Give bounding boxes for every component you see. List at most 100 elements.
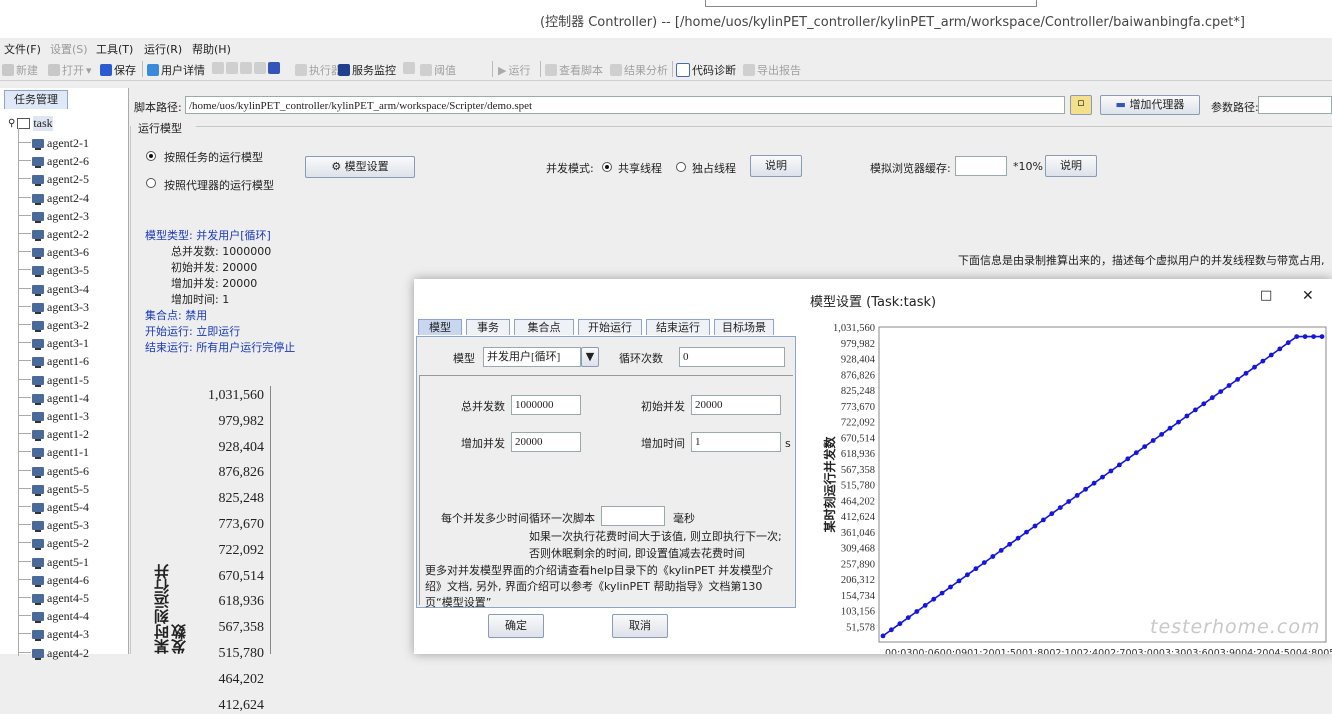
tree-item-agent[interactable]: agent1-4 [32,391,89,406]
tree-item-agent[interactable]: agent4-2 [32,646,89,661]
interval-input[interactable] [601,506,665,526]
tree-item-agent[interactable]: agent3-6 [32,245,89,260]
tree-connector [19,178,31,180]
chart-ytick: 51,578 [846,622,875,633]
tree-item-agent[interactable]: agent5-6 [32,464,89,479]
toolbar-separator [492,61,493,77]
tab-end-run[interactable]: 结束运行 [646,319,710,335]
menu-settings[interactable]: 设置(S) [50,41,88,57]
browse-folder-button[interactable]: ▫ [1070,95,1092,115]
loop-count-input[interactable]: 0 [679,347,785,367]
user-detail-button[interactable]: 用户详情 [147,62,205,78]
tree-item-label: agent3-4 [47,281,89,296]
open-button[interactable]: 打开 ▾ [48,62,92,78]
radio-exclusive-thread[interactable] [676,162,686,172]
maximize-icon[interactable]: □ [1260,288,1272,303]
tree-item-agent[interactable]: agent3-2 [32,318,89,333]
model-settings-button[interactable]: ⚙ 模型设置 [305,156,415,178]
tree-item-agent[interactable]: agent1-6 [32,354,89,369]
tree-item-agent[interactable]: agent5-5 [32,482,89,497]
bg-chart-ytick: 722,092 [218,542,265,558]
tree-item-label: agent1-1 [47,445,89,460]
toolbar-separator [142,61,143,77]
tree-item-agent[interactable]: agent3-1 [32,336,89,351]
radio-by-agent[interactable] [146,178,156,188]
save-button[interactable]: 保存 [100,62,136,78]
tree-item-agent[interactable]: agent1-2 [32,427,89,442]
computer-icon [32,575,44,587]
menu-run[interactable]: 运行(R) [144,41,182,57]
toolbar-icon-group[interactable] [212,62,280,74]
tree-item-agent[interactable]: agent2-4 [32,191,89,206]
code-diag-button[interactable]: 代码诊断 [676,62,736,78]
total-input[interactable]: 1000000 [511,395,581,415]
tree-item-agent[interactable]: agent3-4 [32,282,89,297]
tree-item-agent[interactable]: agent2-5 [32,172,89,187]
menu-file[interactable]: 文件(F) [4,41,41,57]
tree-item-agent[interactable]: agent5-3 [32,518,89,533]
model-select[interactable]: 并发用户[循环] [483,347,581,367]
toolbar-chart-button[interactable] [403,62,415,74]
computer-icon [32,375,44,387]
explain-button-2[interactable]: 说明 [1045,155,1097,177]
tab-rendezvous[interactable]: 集合点 [514,319,574,335]
model-dropdown-button[interactable]: ▼ [581,347,599,367]
menu-tools[interactable]: 工具(T) [96,41,133,57]
increase-input[interactable]: 20000 [511,432,581,452]
param-path-input[interactable] [1258,96,1332,114]
script-path-input[interactable]: /home/uos/kylinPET_controller/kylinPET_a… [185,96,1065,114]
ok-button[interactable]: 确定 [488,614,544,638]
tab-start-run[interactable]: 开始运行 [578,319,642,335]
tree-item-agent[interactable]: agent2-6 [32,154,89,169]
cancel-button[interactable]: 取消 [612,614,668,638]
chart-data-point [1294,334,1300,339]
chart-data-point [1032,523,1038,529]
tree-item-agent[interactable]: agent1-5 [32,373,89,388]
menu-help[interactable]: 帮助(H) [192,41,231,57]
tree-item-agent[interactable]: agent1-1 [32,445,89,460]
chart-data-point [1311,334,1316,339]
export-report-button[interactable]: 导出报告 [743,62,801,78]
tree-item-agent[interactable]: agent4-3 [32,627,89,642]
service-monitor-button[interactable]: 服务监控 [338,62,396,78]
chart-data-point [1142,444,1148,449]
browser-cache-input[interactable] [955,156,1007,176]
new-button[interactable]: 新建 [2,62,38,78]
tree-item-label: agent3-3 [47,299,89,314]
tab-target-scene[interactable]: 目标场景 [714,319,774,335]
run-button[interactable]: ▶ 运行 [498,62,530,78]
tree-item-agent[interactable]: agent2-2 [32,227,89,242]
tree-item-agent[interactable]: agent4-4 [32,609,89,624]
tree-item-agent[interactable]: agent5-4 [32,500,89,515]
tree-item-agent[interactable]: agent3-5 [32,263,89,278]
tree-item-agent[interactable]: agent3-3 [32,300,89,315]
chart-data-point [948,584,953,590]
tree-item-agent[interactable]: agent2-3 [32,209,89,224]
tab-task-manager[interactable]: 任务管理 [4,90,68,109]
radio-by-task[interactable] [146,151,156,161]
close-icon[interactable]: ✕ [1302,288,1314,304]
tree-item-agent[interactable]: agent4-5 [32,591,89,606]
tree-root-task[interactable]: ⚲ task [8,116,53,131]
param-path-label: 参数路径: [1211,101,1259,114]
folder-icon: ▫ [1077,96,1085,109]
radio-shared-thread[interactable] [602,162,612,172]
tree-item-agent[interactable]: agent2-1 [32,136,89,151]
executor-button[interactable]: 执行器 [295,62,342,78]
tree-item-agent[interactable]: agent5-1 [32,555,89,570]
initial-input[interactable]: 20000 [691,395,781,415]
tab-model[interactable]: 模型 [418,319,462,335]
tree-item-agent[interactable]: agent5-2 [32,536,89,551]
add-agent-button[interactable]: ▬ 增加代理器 [1100,95,1200,115]
threshold-button[interactable]: 阈值 [420,62,456,78]
increase-time-input[interactable]: 1 [691,432,781,452]
tree-item-agent[interactable]: agent1-3 [32,409,89,424]
view-script-button[interactable]: 查看脚本 [545,62,603,78]
computer-icon [32,139,44,150]
tab-transaction[interactable]: 事务 [466,319,510,335]
chart-xtick: 05:1 [1323,648,1332,654]
explain-button[interactable]: 说明 [750,155,802,177]
tree-item-agent[interactable]: agent4-6 [32,573,89,588]
tree-item-label: agent2-5 [47,172,89,187]
result-analysis-button[interactable]: 结果分析 [610,62,668,78]
